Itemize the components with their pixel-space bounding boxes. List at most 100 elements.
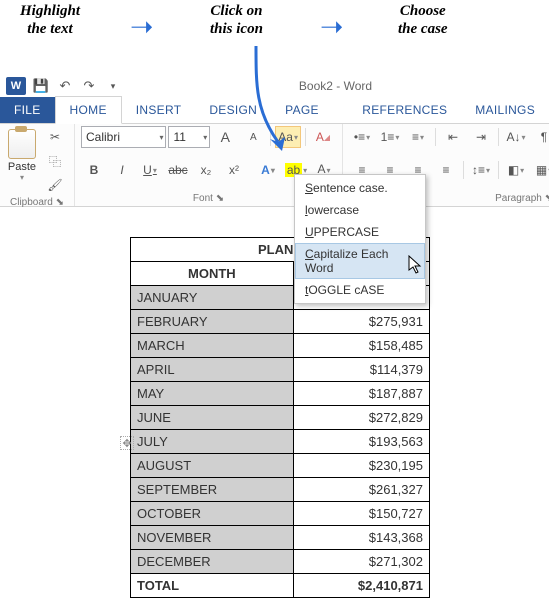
- format-painter-button[interactable]: 🖌: [42, 174, 68, 196]
- total-value: $2,410,871: [293, 574, 429, 598]
- value-cell: $114,379: [293, 358, 429, 382]
- cut-button[interactable]: ✂: [42, 126, 68, 148]
- bold-button[interactable]: B: [81, 159, 107, 181]
- annotation-layer: Highlightthe text ➝ Click onthis icon ➝ …: [0, 0, 549, 75]
- separator: [498, 128, 499, 146]
- table-row: APRIL$114,379: [131, 358, 430, 382]
- justify-button[interactable]: ≡: [433, 159, 459, 181]
- tab-design[interactable]: DESIGN: [195, 97, 271, 123]
- quick-access-toolbar: W 💾 ↶ ↷ ▾ Book2 - Word: [0, 75, 549, 97]
- group-clipboard: Paste ▾ ✂ ⿻ 🖌 Clipboard ⬊: [0, 124, 75, 206]
- line-spacing-button[interactable]: ↕≡: [468, 159, 494, 181]
- undo-button[interactable]: ↶: [56, 77, 74, 95]
- sort-button[interactable]: A↓: [503, 126, 529, 148]
- menu-uppercase[interactable]: UPPERCASE: [295, 221, 425, 243]
- bullets-button[interactable]: •≡: [349, 126, 375, 148]
- document-title: Book2 - Word: [128, 79, 543, 93]
- anno-choose: Choosethe case: [398, 2, 448, 38]
- month-cell: DECEMBER: [131, 550, 294, 574]
- document-area: ✥ PLANE MONTH SUM JANUARY$150,878FEBRUAR…: [0, 207, 549, 598]
- copy-button[interactable]: ⿻: [42, 150, 68, 172]
- value-cell: $158,485: [293, 334, 429, 358]
- table-row: SEPTEMBER$261,327: [131, 478, 430, 502]
- menu-lowercase[interactable]: lowercase: [295, 199, 425, 221]
- separator: [435, 128, 436, 146]
- underline-button[interactable]: U: [137, 159, 163, 181]
- table-row: DECEMBER$271,302: [131, 550, 430, 574]
- tab-references[interactable]: REFERENCES: [348, 97, 461, 123]
- month-cell: MAY: [131, 382, 294, 406]
- tab-home[interactable]: HOME: [55, 96, 122, 124]
- change-case-button[interactable]: Aa: [275, 126, 301, 148]
- strikethrough-button[interactable]: abc: [165, 159, 191, 181]
- change-case-menu: Sentence case. lowercase UPPERCASE Capit…: [294, 174, 426, 304]
- month-cell: NOVEMBER: [131, 526, 294, 550]
- superscript-button[interactable]: x²: [221, 159, 247, 181]
- anno-highlight: Highlightthe text: [20, 2, 80, 38]
- numbering-button[interactable]: 1≡: [377, 126, 403, 148]
- menu-toggle-case[interactable]: tOGGLE cASE: [295, 279, 425, 301]
- increase-indent-button[interactable]: ⇥: [468, 126, 494, 148]
- table-row: AUGUST$230,195: [131, 454, 430, 478]
- table-row: FEBRUARY$275,931: [131, 310, 430, 334]
- value-cell: $271,302: [293, 550, 429, 574]
- mouse-cursor-icon: [408, 255, 424, 278]
- tab-page-layout[interactable]: PAGE LAYOUT: [271, 97, 348, 123]
- value-cell: $230,195: [293, 454, 429, 478]
- month-cell: OCTOBER: [131, 502, 294, 526]
- month-cell: JANUARY: [131, 286, 294, 310]
- show-marks-button[interactable]: ¶: [531, 126, 549, 148]
- value-cell: $193,563: [293, 430, 429, 454]
- table-row: MAY$187,887: [131, 382, 430, 406]
- value-cell: $187,887: [293, 382, 429, 406]
- tab-mailings[interactable]: MAILINGS: [461, 97, 549, 123]
- multilevel-list-button[interactable]: ≡: [405, 126, 431, 148]
- separator: [498, 161, 499, 179]
- arrow-icon: ➝: [130, 10, 153, 43]
- month-cell: AUGUST: [131, 454, 294, 478]
- table-row: MARCH$158,485: [131, 334, 430, 358]
- table-move-handle-icon[interactable]: ✥: [120, 436, 134, 450]
- tab-file[interactable]: FILE: [0, 97, 55, 123]
- font-size-select[interactable]: 11: [168, 126, 210, 148]
- value-cell: $150,727: [293, 502, 429, 526]
- table-row: OCTOBER$150,727: [131, 502, 430, 526]
- ribbon: Paste ▾ ✂ ⿻ 🖌 Clipboard ⬊ Calibri 11 A A…: [0, 124, 549, 207]
- text-effects-button[interactable]: A: [255, 159, 281, 181]
- table-row: JULY$193,563: [131, 430, 430, 454]
- borders-button[interactable]: ▦: [531, 159, 549, 181]
- italic-button[interactable]: I: [109, 159, 135, 181]
- decrease-indent-button[interactable]: ⇤: [440, 126, 466, 148]
- month-cell: APRIL: [131, 358, 294, 382]
- paste-button[interactable]: Paste ▾: [6, 126, 38, 196]
- customize-qat-icon[interactable]: ▾: [104, 77, 122, 95]
- arrow-icon: ➝: [320, 10, 343, 43]
- menu-capitalize-each-word[interactable]: Capitalize Each Word: [295, 243, 425, 279]
- table-total-row: TOTAL $2,410,871: [131, 574, 430, 598]
- month-cell: SEPTEMBER: [131, 478, 294, 502]
- redo-button[interactable]: ↷: [80, 77, 98, 95]
- table-row: JUNE$272,829: [131, 406, 430, 430]
- paste-icon: [8, 129, 36, 159]
- separator: [463, 161, 464, 179]
- shading-button[interactable]: ◧: [503, 159, 529, 181]
- separator: [305, 128, 306, 146]
- grow-font-button[interactable]: A: [212, 126, 238, 148]
- month-cell: MARCH: [131, 334, 294, 358]
- clear-formatting-button[interactable]: A◢: [310, 126, 336, 148]
- shrink-font-button[interactable]: A: [240, 126, 266, 148]
- tab-insert[interactable]: INSERT: [122, 97, 196, 123]
- value-cell: $272,829: [293, 406, 429, 430]
- table-row: NOVEMBER$143,368: [131, 526, 430, 550]
- col-header-month: MONTH: [131, 262, 294, 286]
- month-cell: FEBRUARY: [131, 310, 294, 334]
- menu-sentence-case[interactable]: Sentence case.: [295, 177, 425, 199]
- value-cell: $261,327: [293, 478, 429, 502]
- total-label: TOTAL: [131, 574, 294, 598]
- save-button[interactable]: 💾: [32, 77, 50, 95]
- subscript-button[interactable]: x₂: [193, 159, 219, 181]
- ribbon-tabs: FILE HOME INSERT DESIGN PAGE LAYOUT REFE…: [0, 97, 549, 124]
- anno-click: Click onthis icon: [210, 2, 263, 38]
- font-name-select[interactable]: Calibri: [81, 126, 166, 148]
- month-cell: JUNE: [131, 406, 294, 430]
